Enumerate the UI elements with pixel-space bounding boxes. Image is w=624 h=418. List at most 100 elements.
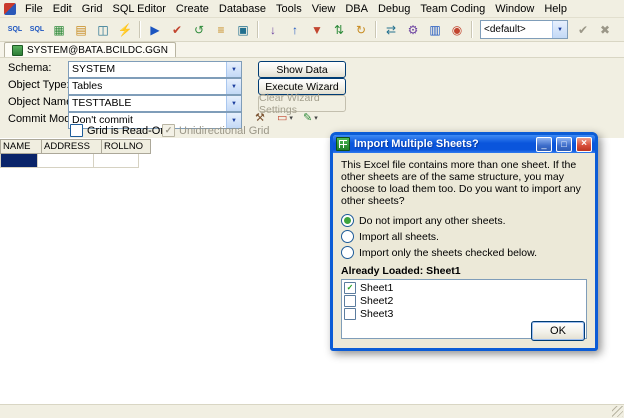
grid-cell-selected[interactable] [0, 154, 38, 168]
object-palette-icon[interactable]: ▣ [232, 19, 254, 40]
schema-combobox[interactable]: SYSTEM [68, 61, 242, 78]
menu-item-team-coding[interactable]: Team Coding [415, 2, 490, 16]
sheet2-label: Sheet2 [360, 294, 394, 307]
radio-button-icon[interactable] [341, 246, 354, 259]
data-grid: NAME ADDRESS ROLLNO [0, 139, 151, 168]
radio-option-no-import[interactable]: Do not import any other sheets. [341, 214, 587, 227]
menu-item-grid[interactable]: Grid [77, 2, 108, 16]
maximize-icon[interactable]: □ [556, 136, 572, 152]
describe-objects-icon[interactable]: ≡ [210, 19, 232, 40]
column-header-name[interactable]: NAME [0, 139, 42, 154]
table-row [0, 154, 151, 168]
chevron-down-icon[interactable] [226, 79, 241, 94]
desktop-combobox-value: <default> [484, 24, 526, 35]
dialog-message: This Excel file contains more than one s… [341, 159, 581, 207]
grid-cell[interactable] [94, 154, 139, 168]
ok-button[interactable]: OK [531, 321, 585, 341]
status-bar [0, 404, 624, 418]
connection-tab[interactable]: SYSTEM@BATA.BCILDC.GGN [4, 42, 176, 57]
filter-icon[interactable]: ▼ [306, 19, 328, 40]
column-header-address[interactable]: ADDRESS [42, 139, 102, 154]
toolbar-separator [257, 21, 259, 38]
grid-edit-icon[interactable]: ✎ [300, 108, 321, 127]
radio-button-icon[interactable] [341, 214, 354, 227]
grid-readonly-checkbox-row: Grid is Read-Only [70, 124, 174, 137]
list-item-sheet2[interactable]: Sheet2 [344, 294, 584, 307]
execute-icon[interactable]: ▶ [144, 19, 166, 40]
sheet3-checkbox[interactable] [344, 307, 356, 320]
main-toolbar: SQL SQL ▦ ▤ ◫ ⚡ ▶ ✔ ↺ ≡ ▣ ↓ ↑ ▼ ⇅ ↻ ⇄ ⚙ … [0, 18, 624, 42]
apply-filter-icon[interactable]: ✔ [572, 19, 594, 40]
sheet3-label: Sheet3 [360, 307, 394, 320]
dialog-title: Import Multiple Sheets? [354, 138, 479, 150]
radio-option-import-checked[interactable]: Import only the sheets checked below. [341, 246, 587, 259]
new-sql-file-icon[interactable]: SQL [4, 19, 26, 40]
database-icon [12, 44, 23, 56]
monitor-icon[interactable]: ◉ [446, 19, 468, 40]
object-name-value: TESTTABLE [72, 97, 132, 109]
sheet1-label: Sheet1 [360, 281, 394, 294]
new-connection-icon[interactable]: ⚡ [114, 19, 136, 40]
grid-cell[interactable] [38, 154, 94, 168]
grid-readonly-checkbox[interactable] [70, 124, 83, 137]
sort-icon[interactable]: ⇅ [328, 19, 350, 40]
minimize-icon[interactable]: _ [536, 136, 552, 152]
menu-item-file[interactable]: File [20, 2, 48, 16]
refresh-icon[interactable]: ↻ [350, 19, 372, 40]
toolbar-separator [375, 21, 377, 38]
toolbar-separator [139, 21, 141, 38]
menu-item-view[interactable]: View [307, 2, 341, 16]
schema-browser-icon[interactable]: ▦ [48, 19, 70, 40]
menu-item-tools[interactable]: Tools [271, 2, 307, 16]
column-header-rollno[interactable]: ROLLNO [102, 139, 151, 154]
team-coding-icon[interactable]: ⚙ [402, 19, 424, 40]
show-data-button[interactable]: Show Data [258, 61, 346, 78]
cancel-filter-icon[interactable]: ✖ [594, 19, 616, 40]
open-sql-file-icon[interactable]: SQL [26, 19, 48, 40]
commit-icon[interactable]: ✔ [166, 19, 188, 40]
report-manager-icon[interactable]: ▥ [424, 19, 446, 40]
unidirectional-checkbox-row: Unidirectional Grid [162, 124, 269, 137]
radio-label: Do not import any other sheets. [359, 214, 506, 227]
chevron-down-icon[interactable] [226, 96, 241, 111]
object-type-label: Object Type: [8, 79, 70, 91]
data-import-icon[interactable]: ↑ [284, 19, 306, 40]
import-sheets-dialog: Import Multiple Sheets? _ □ × This Excel… [330, 132, 598, 351]
desktop-combobox[interactable]: <default> [480, 20, 568, 39]
clear-data-icon[interactable]: ▭ [274, 108, 296, 127]
radio-button-icon[interactable] [341, 230, 354, 243]
import-options-radio-group: Do not import any other sheets. Import a… [341, 214, 587, 259]
chevron-down-icon[interactable] [552, 21, 567, 38]
menu-item-sql-editor[interactable]: SQL Editor [107, 2, 170, 16]
data-export-icon[interactable]: ↓ [262, 19, 284, 40]
sheet2-checkbox[interactable] [344, 294, 356, 307]
sheet1-checkbox[interactable] [344, 281, 356, 294]
sql-editor-icon[interactable]: ▤ [70, 19, 92, 40]
grid-header-row: NAME ADDRESS ROLLNO [0, 139, 151, 154]
menu-item-edit[interactable]: Edit [48, 2, 77, 16]
app-icon [4, 2, 16, 15]
radio-option-import-all[interactable]: Import all sheets. [341, 230, 587, 243]
rollback-icon[interactable]: ↺ [188, 19, 210, 40]
object-name-label: Object Name: [8, 96, 76, 108]
list-item-sheet1[interactable]: Sheet1 [344, 281, 584, 294]
compare-icon[interactable]: ⇄ [380, 19, 402, 40]
chevron-down-icon[interactable] [226, 62, 241, 77]
menu-item-database[interactable]: Database [214, 2, 271, 16]
list-item-sheet3[interactable]: Sheet3 [344, 307, 584, 320]
menu-item-help[interactable]: Help [539, 2, 572, 16]
object-name-combobox[interactable]: TESTTABLE [68, 95, 242, 112]
menu-item-window[interactable]: Window [490, 2, 539, 16]
resize-grip[interactable] [612, 406, 623, 417]
dialog-title-bar[interactable]: Import Multiple Sheets? _ □ × [333, 135, 595, 153]
excel-sheet-icon [336, 137, 350, 151]
menu-bar: File Edit Grid SQL Editor Create Databas… [0, 0, 624, 18]
application-window: File Edit Grid SQL Editor Create Databas… [0, 0, 624, 418]
session-browser-icon[interactable]: ◫ [92, 19, 114, 40]
menu-item-create[interactable]: Create [171, 2, 214, 16]
close-icon[interactable]: × [576, 136, 592, 152]
menu-item-dba[interactable]: DBA [340, 2, 373, 16]
menu-item-debug[interactable]: Debug [373, 2, 415, 16]
object-type-combobox[interactable]: Tables [68, 78, 242, 95]
unidirectional-grid-label: Unidirectional Grid [179, 124, 270, 137]
